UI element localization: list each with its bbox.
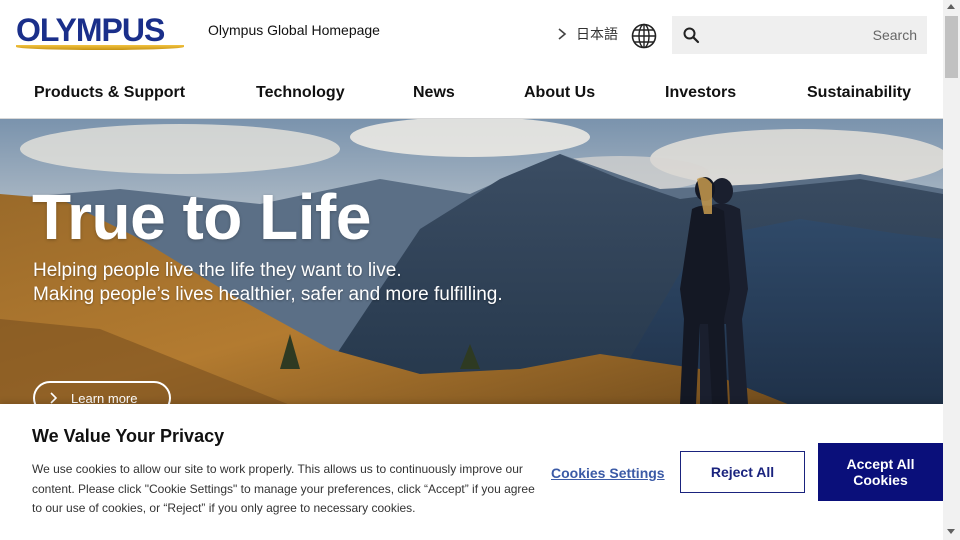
search-icon[interactable] bbox=[682, 26, 700, 44]
nav-technology[interactable]: Technology bbox=[256, 84, 345, 102]
site-header: OLYMPUS Olympus Global Homepage 日本語 bbox=[0, 0, 943, 70]
logo-text: OLYMPUS bbox=[16, 12, 165, 48]
hero-title: True to Life bbox=[32, 181, 371, 253]
scrollbar-thumb[interactable] bbox=[945, 16, 958, 78]
nav-sustainability[interactable]: Sustainability bbox=[807, 84, 911, 102]
nav-about-us[interactable]: About Us bbox=[524, 84, 595, 102]
cookies-settings-link[interactable]: Cookies Settings bbox=[551, 465, 665, 481]
language-label: 日本語 bbox=[576, 26, 618, 42]
scroll-down-arrow-icon[interactable] bbox=[947, 529, 955, 534]
olympus-logo[interactable]: OLYMPUS bbox=[16, 14, 186, 52]
accept-all-cookies-button[interactable]: Accept All Cookies bbox=[818, 443, 943, 501]
reject-all-button[interactable]: Reject All bbox=[680, 451, 805, 493]
hero-subtitle-line-1: Helping people live the life they want t… bbox=[33, 260, 402, 281]
chevron-right-icon bbox=[50, 392, 57, 404]
nav-news[interactable]: News bbox=[413, 84, 455, 102]
nav-investors[interactable]: Investors bbox=[665, 84, 736, 102]
search-box[interactable] bbox=[672, 16, 927, 54]
hero-subtitle-line-2: Making people’s lives healthier, safer a… bbox=[33, 284, 503, 305]
language-switch-link[interactable]: 日本語 bbox=[556, 24, 618, 44]
logo-underline bbox=[16, 45, 184, 50]
scroll-up-arrow-icon[interactable] bbox=[947, 4, 955, 9]
vertical-scrollbar[interactable] bbox=[943, 0, 960, 540]
globe-icon[interactable] bbox=[630, 22, 658, 50]
hero-banner: True to Life Helping people live the lif… bbox=[0, 119, 943, 409]
chevron-right-icon bbox=[558, 28, 567, 40]
privacy-title: We Value Your Privacy bbox=[32, 426, 225, 446]
cookie-consent-banner: We Value Your Privacy We use cookies to … bbox=[0, 404, 943, 540]
main-nav: Products & Support Technology News About… bbox=[0, 70, 943, 119]
page: OLYMPUS Olympus Global Homepage 日本語 Sear… bbox=[0, 0, 943, 540]
search-input[interactable] bbox=[712, 16, 917, 54]
hero-subtitle: Helping people live the life they want t… bbox=[33, 259, 503, 307]
global-homepage-link[interactable]: Olympus Global Homepage bbox=[208, 22, 380, 38]
nav-products-support[interactable]: Products & Support bbox=[34, 84, 185, 102]
privacy-description: We use cookies to allow our site to work… bbox=[32, 462, 535, 515]
